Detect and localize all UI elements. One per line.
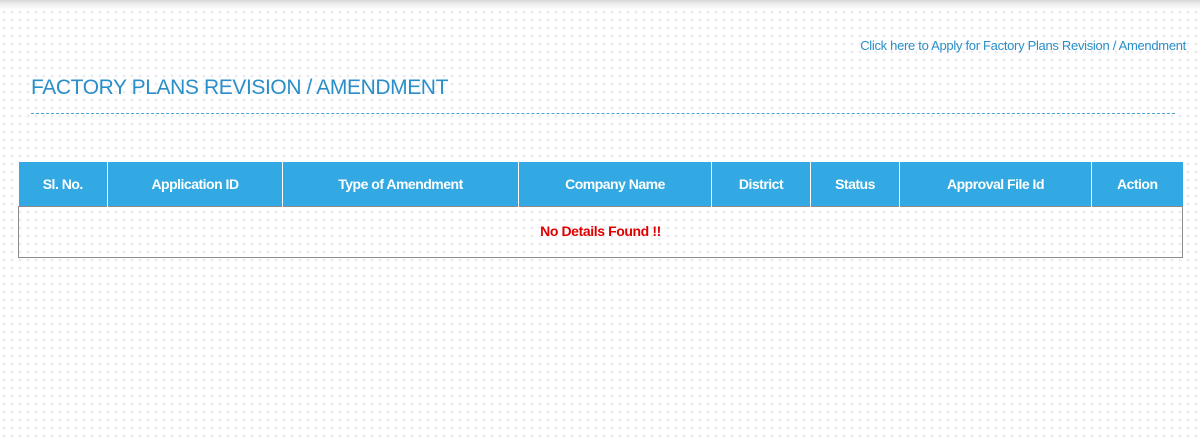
amendments-table: Sl. No. Application ID Type of Amendment… (18, 162, 1183, 258)
page-title: FACTORY PLANS REVISION / AMENDMENT (31, 76, 449, 99)
title-divider (31, 113, 1175, 114)
column-header-application-id: Application ID (107, 162, 283, 207)
top-shadow-bar (0, 0, 1200, 10)
column-header-action: Action (1091, 162, 1183, 207)
column-header-status: Status (810, 162, 900, 207)
column-header-company-name: Company Name (518, 162, 712, 207)
column-header-approval-file-id: Approval File Id (899, 162, 1092, 207)
table-row: No Details Found !! (18, 206, 1183, 258)
apply-amendment-link[interactable]: Click here to Apply for Factory Plans Re… (860, 38, 1186, 53)
column-header-sl-no: Sl. No. (18, 162, 108, 207)
no-details-message: No Details Found !! (540, 223, 661, 239)
column-header-district: District (711, 162, 811, 207)
column-header-type-of-amendment: Type of Amendment (282, 162, 519, 207)
table-header-row: Sl. No. Application ID Type of Amendment… (18, 162, 1183, 207)
empty-state-cell: No Details Found !! (18, 206, 1183, 258)
